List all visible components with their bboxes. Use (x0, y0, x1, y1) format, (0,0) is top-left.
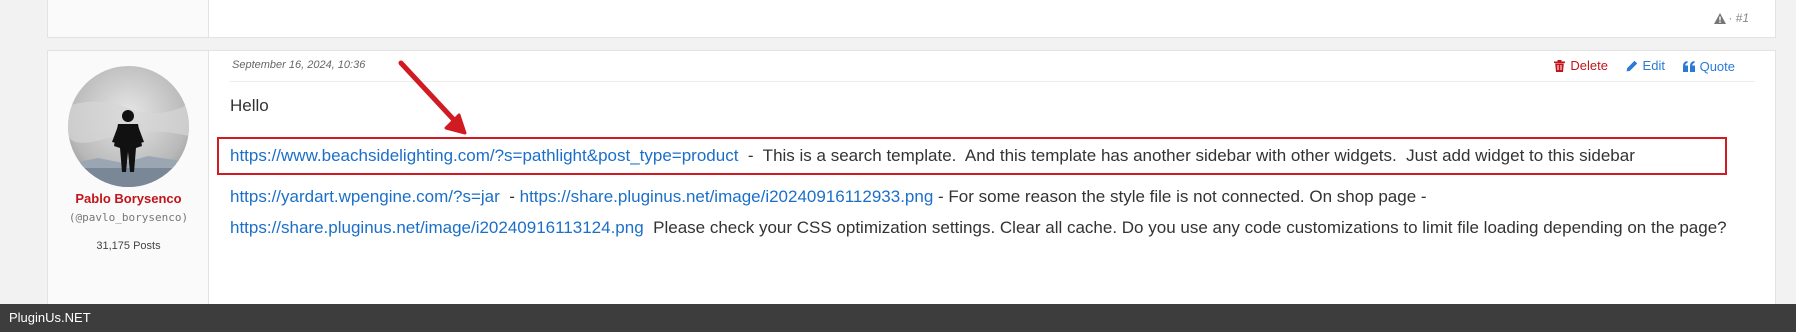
post-header-divider (230, 81, 1755, 82)
pencil-icon (1626, 60, 1637, 71)
delete-label: Delete (1570, 58, 1608, 73)
quote-label: Quote (1699, 58, 1735, 74)
warning-icon[interactable] (1714, 13, 1727, 24)
paragraph-2-text-2: Please check your CSS optimization setti… (643, 218, 1727, 237)
post-paragraph-1: https://www.beachsidelighting.com/?s=pat… (230, 140, 1635, 171)
paragraph-2-text-1: - For some reason the style file is not … (933, 187, 1432, 206)
forum-post: Pablo Borysenco (@pavlo_borysenco) 31,17… (47, 50, 1776, 310)
previous-post-meta: · #1 (1714, 11, 1749, 25)
link-share-image-2[interactable]: https://share.pluginus.net/image/i202409… (230, 218, 644, 237)
edit-button[interactable]: Edit (1626, 58, 1665, 73)
trash-icon (1554, 59, 1566, 72)
footer-site-name[interactable]: PluginUs.NET (9, 310, 91, 325)
paragraph-2-separator: - (499, 187, 520, 206)
author-column: Pablo Borysenco (@pavlo_borysenco) 31,17… (48, 51, 209, 309)
post-actions: Delete Edit Quote (1540, 58, 1735, 75)
delete-button[interactable]: Delete (1554, 58, 1608, 73)
post-paragraph-2: https://yardart.wpengine.com/?s=jar - ht… (230, 181, 1750, 243)
author-handle: (@pavlo_borysenco) (68, 211, 189, 224)
paragraph-1-text: - This is a search template. And this te… (738, 146, 1635, 165)
post-greeting: Hello (230, 96, 269, 115)
footer-bar: PluginUs.NET (0, 304, 1796, 332)
author-post-count: 31,175 Posts (96, 240, 161, 252)
quote-button[interactable]: Quote (1682, 58, 1735, 74)
previous-post-author-column (48, 0, 209, 37)
link-share-image-1[interactable]: https://share.pluginus.net/image/i202409… (520, 187, 934, 206)
link-beachsidelighting[interactable]: https://www.beachsidelighting.com/?s=pat… (230, 146, 738, 165)
post-number[interactable]: · #1 (1728, 11, 1749, 25)
edit-label: Edit (1642, 58, 1665, 73)
post-date: September 16, 2024, 10:36 (232, 59, 366, 71)
avatar[interactable] (68, 66, 189, 187)
quote-icon (1682, 60, 1695, 72)
author-name[interactable]: Pablo Borysenco (48, 191, 209, 206)
link-yardart[interactable]: https://yardart.wpengine.com/?s=jar (230, 187, 500, 206)
previous-post: · #1 (47, 0, 1776, 38)
